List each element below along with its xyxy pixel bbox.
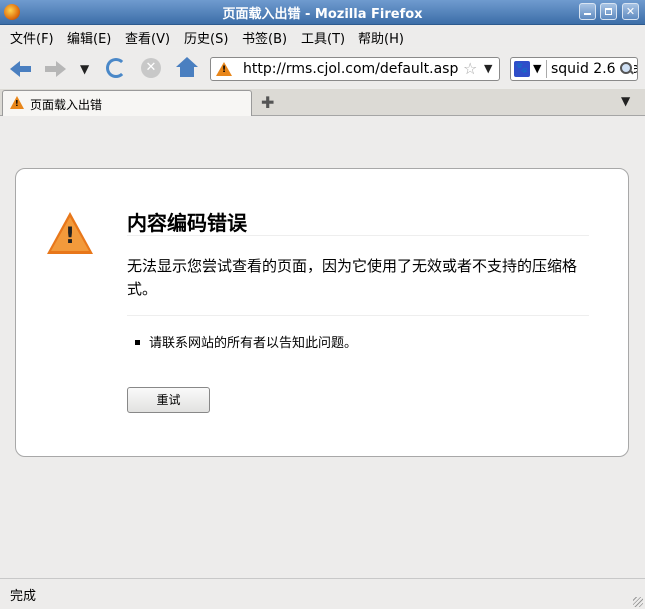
- error-title: 内容编码错误: [127, 211, 247, 235]
- minimize-button[interactable]: [579, 3, 596, 20]
- divider: [127, 235, 589, 236]
- tab-warning-icon: !: [10, 96, 24, 109]
- search-magnifier-icon[interactable]: [618, 61, 634, 77]
- menu-tools[interactable]: 工具(T): [301, 28, 345, 47]
- reload-icon[interactable]: [106, 58, 126, 78]
- menu-view[interactable]: 查看(V): [125, 28, 170, 47]
- error-warning-icon: !: [47, 212, 93, 254]
- retry-button[interactable]: 重试: [127, 387, 210, 413]
- menu-bar: 文件(F) 编辑(E) 查看(V) 历史(S) 书签(B) 工具(T) 帮助(H…: [0, 25, 645, 47]
- resize-grip-icon[interactable]: [633, 597, 643, 607]
- tab-list-dropdown-icon[interactable]: ▼: [621, 94, 630, 108]
- menu-file[interactable]: 文件(F): [10, 28, 54, 47]
- forward-arrow-icon[interactable]: [44, 58, 66, 80]
- close-window-button[interactable]: ✕: [622, 3, 639, 20]
- menu-edit[interactable]: 编辑(E): [67, 28, 111, 47]
- maximize-button[interactable]: [600, 3, 617, 20]
- search-bar[interactable]: 🐾 ▼ squid 2.6 transparent: [510, 57, 638, 81]
- error-description: 无法显示您尝试查看的页面，因为它使用了无效或者不支持的压缩格式。: [127, 257, 578, 298]
- search-engine-dropdown-icon[interactable]: ▼: [533, 62, 541, 75]
- url-text[interactable]: http://rms.cjol.com/default.asp: [243, 61, 458, 77]
- tab-error-page[interactable]: ! 页面载入出错: [2, 90, 252, 116]
- bullet-icon: [135, 340, 140, 345]
- home-icon[interactable]: [176, 57, 198, 79]
- url-bar[interactable]: ! http://rms.cjol.com/default.asp ☆ ▼: [210, 57, 500, 81]
- bookmark-star-icon[interactable]: ☆: [463, 59, 477, 78]
- url-dropdown-icon[interactable]: ▼: [484, 62, 492, 75]
- status-text: 完成: [10, 589, 37, 604]
- status-bar: 完成: [0, 578, 645, 609]
- new-tab-icon[interactable]: ✚: [261, 93, 274, 112]
- search-engine-icon[interactable]: 🐾: [514, 61, 530, 77]
- error-box: ! 内容编码错误 无法显示您尝试查看的页面，因为它使用了无效或者不支持的压缩格式…: [15, 168, 629, 457]
- menu-history[interactable]: 历史(S): [184, 28, 228, 47]
- page-content: ! 内容编码错误 无法显示您尝试查看的页面，因为它使用了无效或者不支持的压缩格式…: [0, 116, 645, 578]
- window-title: 页面载入出错 - Mozilla Firefox: [222, 7, 423, 22]
- menu-help[interactable]: 帮助(H): [358, 28, 404, 47]
- tab-strip: ! 页面载入出错 ✚ ▼: [0, 89, 645, 116]
- history-dropdown-icon[interactable]: ▼: [80, 62, 89, 76]
- search-separator: [546, 60, 547, 78]
- title-bar: 页面载入出错 - Mozilla Firefox ✕: [0, 0, 645, 25]
- error-suggestion: 请联系网站的所有者以告知此问题。: [149, 336, 358, 351]
- tab-label: 页面载入出错: [30, 98, 103, 112]
- back-arrow-icon[interactable]: [10, 58, 32, 80]
- menu-bookmarks[interactable]: 书签(B): [242, 28, 287, 47]
- divider: [127, 315, 589, 316]
- site-warning-icon: !: [216, 62, 232, 76]
- stop-icon[interactable]: ✕: [141, 58, 161, 78]
- navigation-toolbar: ▼ ✕ ! http://rms.cjol.com/default.asp ☆ …: [0, 48, 645, 88]
